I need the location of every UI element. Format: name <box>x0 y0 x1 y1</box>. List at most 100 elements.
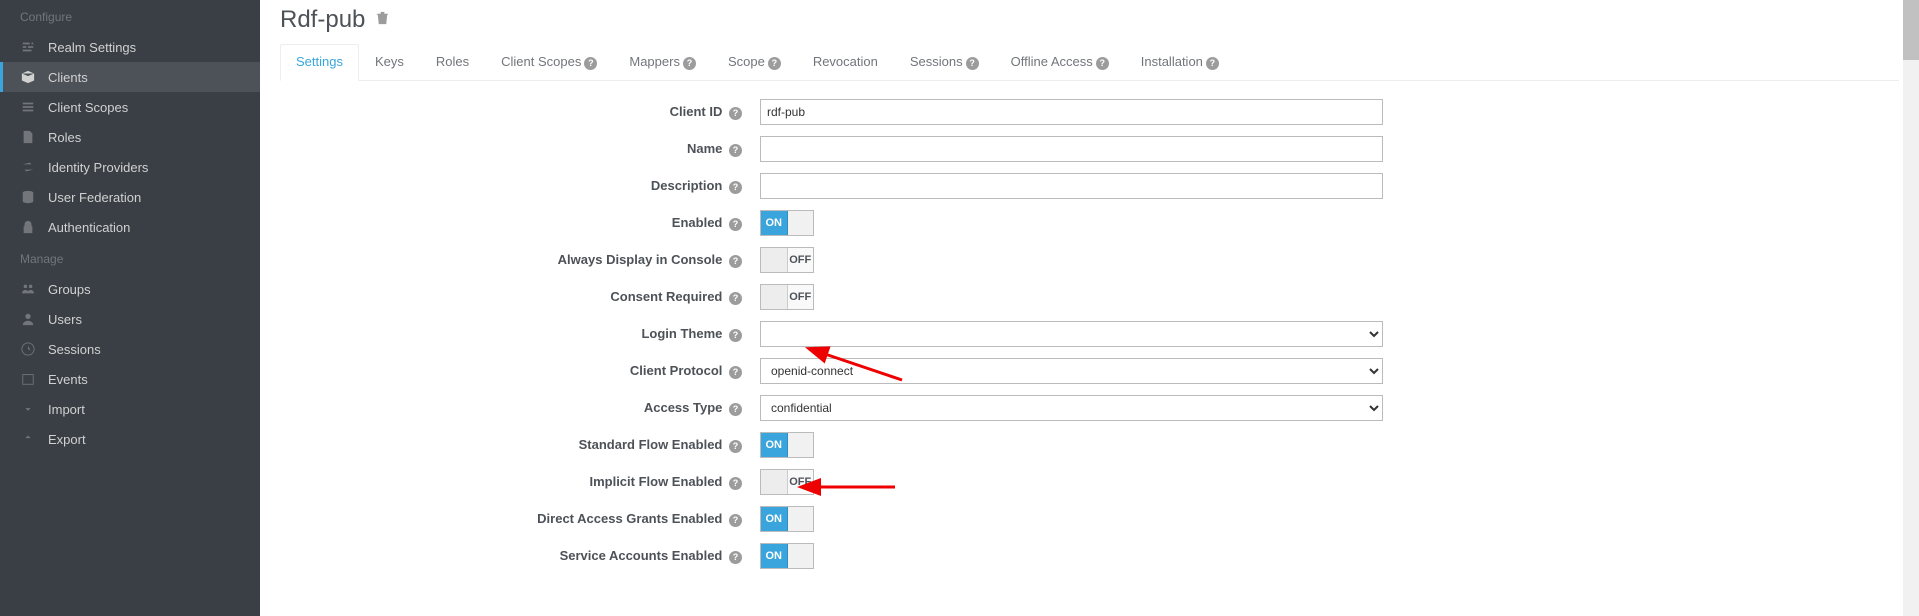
service-accounts-toggle[interactable]: ON <box>760 543 814 569</box>
sidebar-item-import[interactable]: Import <box>0 394 260 424</box>
help-icon[interactable]: ? <box>729 144 742 157</box>
sidebar-item-identity-providers[interactable]: Identity Providers <box>0 152 260 182</box>
sidebar-item-label: Users <box>48 312 82 327</box>
sidebar-item-label: Clients <box>48 70 88 85</box>
sidebar-item-roles[interactable]: Roles <box>0 122 260 152</box>
tab-settings[interactable]: Settings <box>280 44 359 81</box>
import-icon <box>20 401 36 417</box>
scrollbar-vertical[interactable] <box>1903 0 1919 616</box>
toggle-on: ON <box>761 433 787 457</box>
tab-label: Roles <box>436 54 469 69</box>
list-icon <box>20 99 36 115</box>
tab-sessions[interactable]: Sessions? <box>894 44 995 80</box>
client-protocol-select[interactable]: openid-connect <box>760 358 1383 384</box>
help-icon: ? <box>1206 57 1219 70</box>
tab-offline-access[interactable]: Offline Access? <box>995 44 1125 80</box>
help-icon[interactable]: ? <box>729 107 742 120</box>
sidebar-item-label: Realm Settings <box>48 40 136 55</box>
access-type-select[interactable]: confidential <box>760 395 1383 421</box>
group-icon <box>20 281 36 297</box>
sidebar-item-client-scopes[interactable]: Client Scopes <box>0 92 260 122</box>
toggle-off: OFF <box>788 470 814 494</box>
toggle-handle <box>761 470 788 494</box>
help-icon: ? <box>683 57 696 70</box>
settings-form: Client ID ? Name ? Description ? Enabled… <box>280 81 1399 569</box>
description-input[interactable] <box>760 173 1383 199</box>
sidebar-item-export[interactable]: Export <box>0 424 260 454</box>
sidebar-item-events[interactable]: Events <box>0 364 260 394</box>
tab-label: Offline Access <box>1011 54 1093 69</box>
sidebar-item-clients[interactable]: Clients <box>0 62 260 92</box>
toggle-on: ON <box>761 211 787 235</box>
page-title: Rdf-pub <box>280 6 365 34</box>
description-label: Description ? <box>280 178 760 194</box>
help-icon[interactable]: ? <box>729 551 742 564</box>
toggle-handle <box>761 285 788 309</box>
tab-label: Mappers <box>629 54 680 69</box>
sidebar: Configure Realm Settings Clients Client … <box>0 0 260 616</box>
help-icon[interactable]: ? <box>729 292 742 305</box>
name-input[interactable] <box>760 136 1383 162</box>
tab-revocation[interactable]: Revocation <box>797 44 894 80</box>
help-icon[interactable]: ? <box>729 477 742 490</box>
toggle-handle <box>787 544 814 568</box>
sidebar-item-groups[interactable]: Groups <box>0 274 260 304</box>
delete-client-icon[interactable] <box>375 10 390 30</box>
login-theme-select[interactable] <box>760 321 1383 347</box>
tab-label: Settings <box>296 54 343 69</box>
name-label: Name ? <box>280 141 760 157</box>
consent-required-toggle[interactable]: OFF <box>760 284 814 310</box>
implicit-flow-toggle[interactable]: OFF <box>760 469 814 495</box>
client-id-input[interactable] <box>760 99 1383 125</box>
always-display-toggle[interactable]: OFF <box>760 247 814 273</box>
sidebar-item-sessions[interactable]: Sessions <box>0 334 260 364</box>
help-icon[interactable]: ? <box>729 218 742 231</box>
export-icon <box>20 431 36 447</box>
help-icon: ? <box>584 57 597 70</box>
tab-mappers[interactable]: Mappers? <box>613 44 712 80</box>
direct-access-toggle[interactable]: ON <box>760 506 814 532</box>
tab-keys[interactable]: Keys <box>359 44 420 80</box>
implicit-flow-label: Implicit Flow Enabled ? <box>280 474 760 490</box>
sidebar-item-label: User Federation <box>48 190 141 205</box>
sidebar-item-authentication[interactable]: Authentication <box>0 212 260 242</box>
sidebar-item-label: Import <box>48 402 85 417</box>
tab-scope[interactable]: Scope? <box>712 44 797 80</box>
help-icon[interactable]: ? <box>729 255 742 268</box>
lock-icon <box>20 219 36 235</box>
sidebar-item-realm-settings[interactable]: Realm Settings <box>0 32 260 62</box>
toggle-handle <box>787 433 814 457</box>
client-id-label: Client ID ? <box>280 104 760 120</box>
help-icon[interactable]: ? <box>729 440 742 453</box>
enabled-toggle[interactable]: ON <box>760 210 814 236</box>
tab-roles[interactable]: Roles <box>420 44 485 80</box>
help-icon: ? <box>966 57 979 70</box>
tab-label: Scope <box>728 54 765 69</box>
help-icon[interactable]: ? <box>729 514 742 527</box>
exchange-icon <box>20 159 36 175</box>
tab-client-scopes[interactable]: Client Scopes? <box>485 44 613 80</box>
sidebar-item-label: Identity Providers <box>48 160 148 175</box>
tab-label: Client Scopes <box>501 54 581 69</box>
help-icon[interactable]: ? <box>729 329 742 342</box>
client-protocol-label: Client Protocol ? <box>280 363 760 379</box>
cube-icon <box>20 69 36 85</box>
sidebar-item-label: Client Scopes <box>48 100 128 115</box>
help-icon[interactable]: ? <box>729 403 742 416</box>
standard-flow-label: Standard Flow Enabled ? <box>280 437 760 453</box>
help-icon[interactable]: ? <box>729 366 742 379</box>
tab-label: Sessions <box>910 54 963 69</box>
help-icon[interactable]: ? <box>729 181 742 194</box>
login-theme-label: Login Theme ? <box>280 326 760 342</box>
standard-flow-toggle[interactable]: ON <box>760 432 814 458</box>
toggle-off: OFF <box>788 285 814 309</box>
always-display-label: Always Display in Console ? <box>280 252 760 268</box>
sidebar-item-label: Events <box>48 372 88 387</box>
scrollbar-thumb[interactable] <box>1903 0 1919 60</box>
tab-installation[interactable]: Installation? <box>1125 44 1235 80</box>
sidebar-item-user-federation[interactable]: User Federation <box>0 182 260 212</box>
tabs: Settings Keys Roles Client Scopes? Mappe… <box>280 44 1899 81</box>
access-type-label: Access Type ? <box>280 400 760 416</box>
help-icon: ? <box>768 57 781 70</box>
sidebar-item-users[interactable]: Users <box>0 304 260 334</box>
